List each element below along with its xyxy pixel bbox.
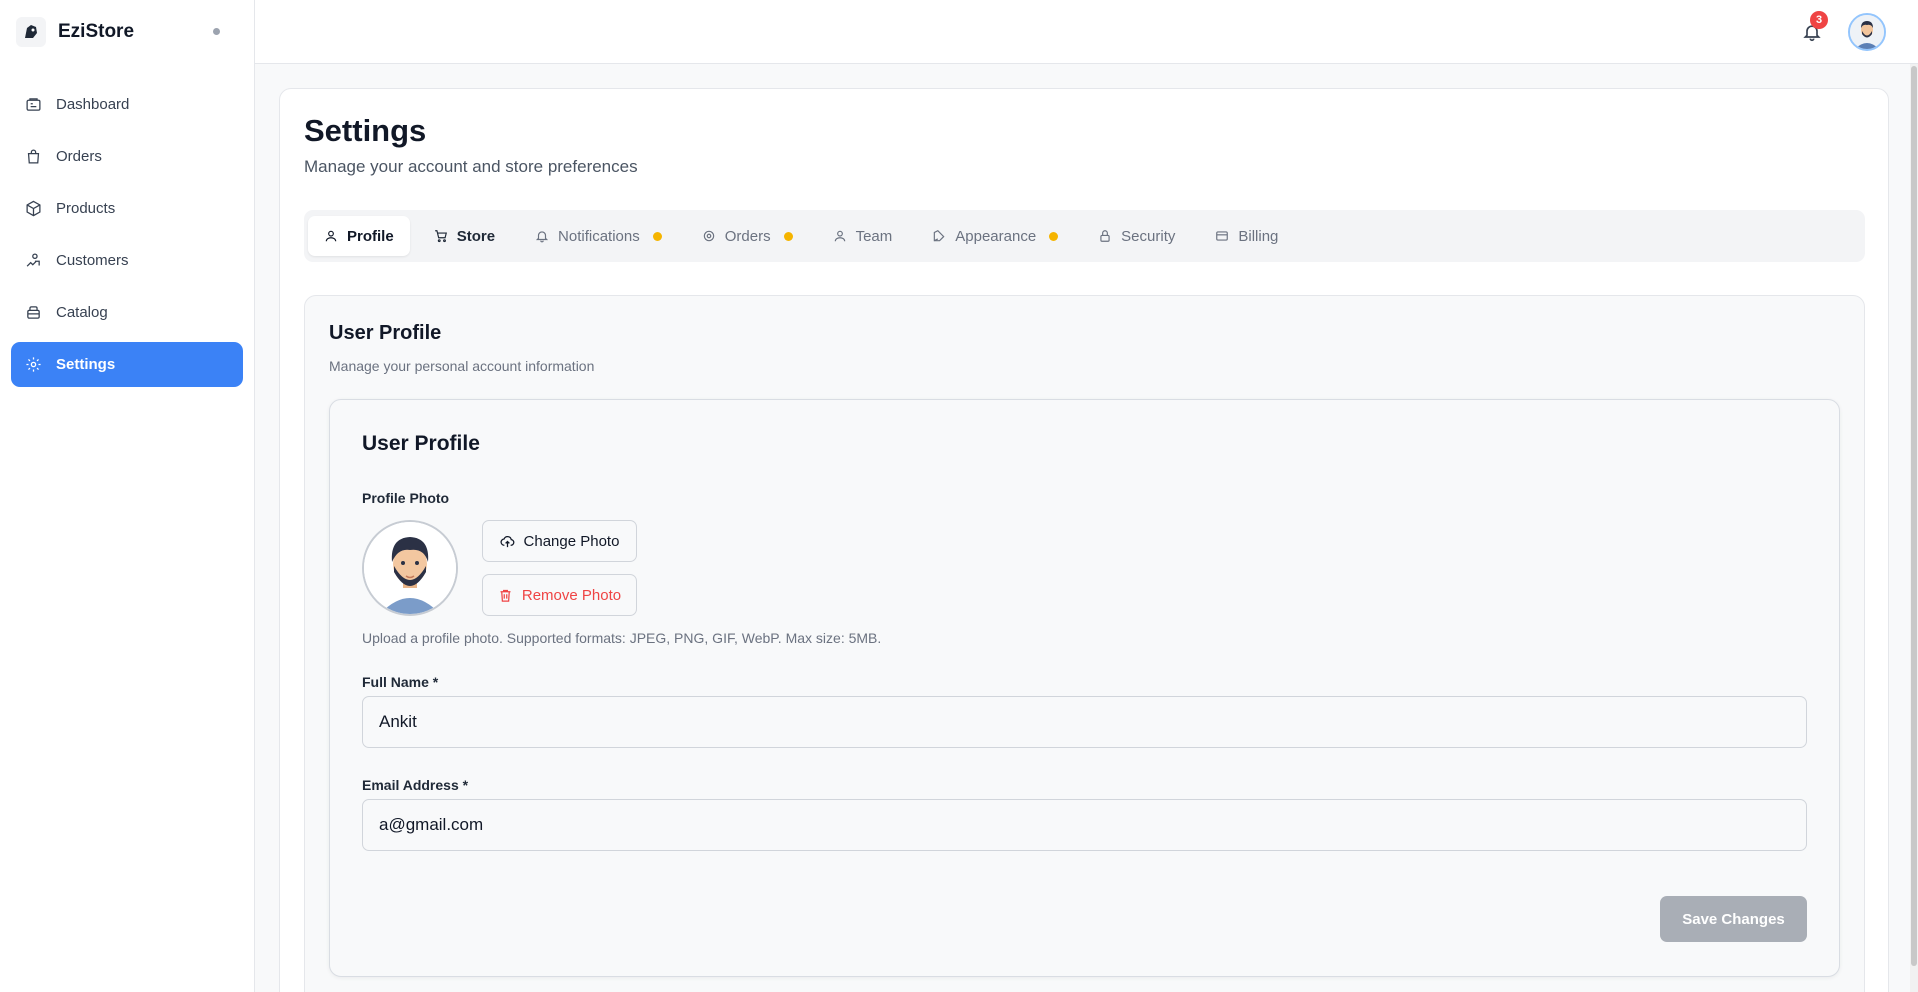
sidebar-item-settings[interactable]: Settings [11,342,243,387]
card-title: User Profile [362,432,480,455]
tab-appearance[interactable]: Appearance [916,216,1074,256]
gear-icon [703,230,714,242]
catalog-icon [27,306,40,319]
profile-photo-label: Profile Photo [362,490,450,506]
bell-icon [535,231,549,243]
palette-icon [934,230,945,242]
remove-photo-label: Remove Photo [521,586,622,604]
email-label: Email Address * [362,777,469,793]
tab-label: Profile [347,227,394,245]
scrollbar-thumb[interactable] [1911,66,1917,966]
tab-team[interactable]: Team [817,216,909,256]
tab-label: Store [456,227,496,245]
section-description: Manage your personal account information [329,358,595,374]
sidebar-item-label: Catalog [56,304,108,321]
user-profile-section: User Profile Manage your personal accoun… [304,295,1865,992]
photo-help-text: Upload a profile photo. Supported format… [362,630,882,646]
brand-logo-icon [16,17,46,47]
lock-icon [1100,230,1110,242]
user-avatar[interactable] [1848,13,1886,51]
sidebar-item-label: Customers [56,252,129,269]
tab-label: Orders [724,227,771,245]
tab-label: Security [1121,227,1176,245]
tab-billing[interactable]: Billing [1199,216,1294,256]
tab-label: Team [855,227,893,245]
upload-cloud-icon [500,535,514,547]
user-icon [325,230,337,242]
sidebar-item-label: Dashboard [56,96,130,113]
tab-notifications[interactable]: Notifications [519,216,678,256]
user-profile-card: User Profile Profile Photo Change Photo … [329,399,1840,977]
tab-security[interactable]: Security [1082,216,1191,256]
shopping-bag-icon [27,149,40,164]
sidebar-item-customers[interactable]: Customers [11,238,243,283]
tab-orders[interactable]: Orders [686,216,809,256]
email-input[interactable] [362,799,1807,851]
cart-icon [434,230,447,243]
change-photo-button[interactable]: Change Photo [482,520,637,562]
pending-indicator [652,231,662,241]
settings-tabs: Profile Store Notifications Orders Team … [304,210,1865,262]
brand-name: EziStore [58,21,135,42]
sidebar-toggle-dot[interactable] [213,28,220,35]
sidebar-item-products[interactable]: Products [11,186,243,231]
sidebar-item-label: Products [56,200,116,217]
tab-label: Appearance [955,227,1037,245]
top-header: 3 [255,0,1918,64]
sidebar-item-orders[interactable]: Orders [11,134,243,179]
sidebar-nav: Dashboard Orders Products Customers Cata… [0,82,254,387]
settings-card: Settings Manage your account and store p… [279,88,1889,992]
full-name-label: Full Name * [362,674,439,690]
pending-indicator [1049,231,1059,241]
customers-icon [26,253,40,267]
tab-label: Billing [1238,227,1279,245]
notification-badge: 3 [1810,11,1828,29]
sidebar-item-dashboard[interactable]: Dashboard [11,82,243,127]
page-title: Settings [304,113,427,148]
full-name-input[interactable] [362,696,1807,748]
remove-photo-button[interactable]: Remove Photo [482,574,637,616]
trash-icon [500,589,511,602]
team-icon [834,230,845,242]
page-subtitle: Manage your account and store preference… [304,157,638,176]
box-icon [26,200,41,217]
sidebar-item-label: Orders [56,148,102,165]
change-photo-label: Change Photo [523,532,620,550]
credit-card-icon [1216,231,1229,241]
dashboard-icon [26,98,41,111]
sidebar-item-catalog[interactable]: Catalog [11,290,243,335]
section-title: User Profile [329,322,442,344]
gear-icon [26,357,41,372]
pending-indicator [783,231,793,241]
tab-profile[interactable]: Profile [308,216,410,256]
tab-store[interactable]: Store [418,216,511,256]
sidebar-item-label: Settings [56,356,116,373]
tab-label: Notifications [558,227,640,245]
sidebar: EziStore Dashboard Orders Products Custo… [0,0,255,992]
save-changes-button[interactable]: Save Changes [1660,896,1807,942]
profile-photo [362,520,458,616]
